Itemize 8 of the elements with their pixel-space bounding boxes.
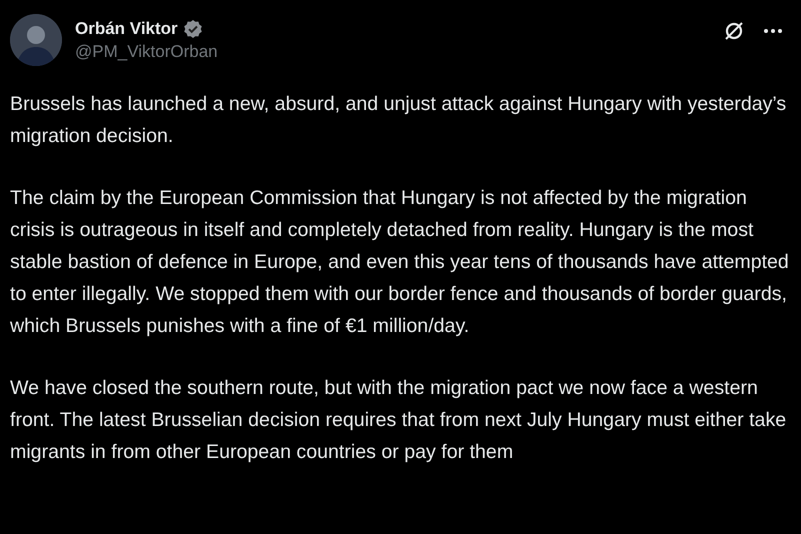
post-paragraph: We have closed the southern route, but with the migration pact we now face a western front. The latest Brusselian decision requires that from next July Hungary must either take migrants in from other European countries or pay for them <box>10 376 788 465</box>
author-name[interactable]: Orbán Viktor <box>75 18 178 38</box>
post-paragraph: Brussels has launched a new, absurd, and unjust attack against Hungary with yesterday’s migration decision. <box>10 92 788 149</box>
post-paragraph: The claim by the European Commission that Hungary is not affected by the migration crisis is outrageous in itself and completely detached from reality. Hungary is the most stable bastion of defence in Europe, and even this year tens of thousands have attempted to enter illegally. We stopped them with our border fence and thousands of border guards, which Brussels punishes with a fine of €1 million/day. <box>10 186 790 339</box>
slashed-circle-icon[interactable] <box>723 20 745 42</box>
author-handle[interactable]: @PM_ViktorOrban <box>75 42 710 62</box>
more-icon[interactable] <box>763 28 783 34</box>
avatar[interactable] <box>10 14 62 66</box>
